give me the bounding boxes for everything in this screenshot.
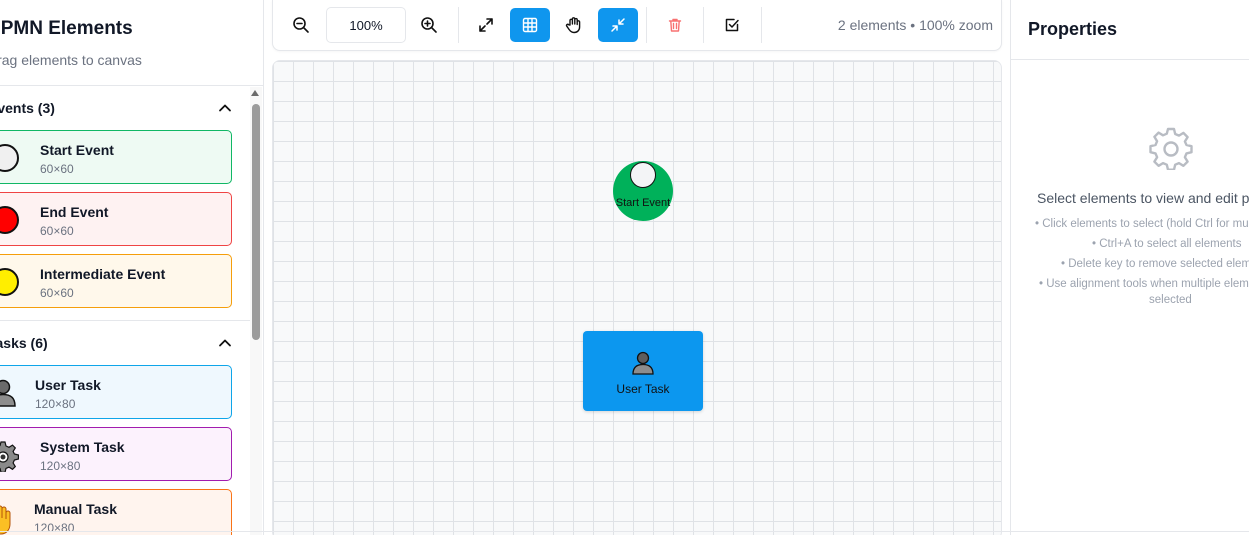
canvas-user-task[interactable]: User Task — [583, 331, 703, 411]
properties-header: Properties — [1011, 0, 1249, 60]
zoom-in-icon — [421, 17, 437, 33]
hand-icon — [565, 17, 581, 34]
palette-item-system-task[interactable]: System Task 120×80 — [0, 427, 232, 481]
palette-item-size: 120×80 — [35, 397, 76, 411]
node-label: Start Event — [615, 197, 671, 209]
palette-item-size: 120×80 — [34, 521, 75, 535]
intermediate-event-shape-icon — [0, 268, 19, 296]
gear-icon — [1149, 127, 1193, 170]
canvas-toolbar: 100% 2 elements • 100% zoom — [272, 0, 1002, 51]
fit-screen-icon — [479, 18, 493, 32]
properties-hint: selected — [1149, 294, 1192, 306]
palette-item-label: Start Event — [40, 142, 114, 158]
scroll-up-arrow-icon[interactable] — [251, 90, 259, 96]
palette-item-label: Intermediate Event — [40, 266, 166, 282]
gear-icon — [0, 441, 19, 472]
checkbox-icon — [725, 18, 739, 32]
toggle-grid-button[interactable] — [510, 8, 550, 42]
section-title: Tasks (6) — [0, 335, 48, 351]
fit-to-screen-button[interactable] — [466, 8, 506, 42]
palette-item-label: User Task — [35, 377, 101, 393]
toolbar-separator — [646, 7, 647, 43]
person-icon — [632, 351, 654, 375]
palette-title: BPMN Elements — [0, 18, 133, 39]
palette-subtitle: Drag elements to canvas — [0, 52, 142, 68]
section-header-tasks[interactable]: Tasks (6) — [0, 323, 250, 363]
properties-hint: • Click elements to select (hold Ctrl fo… — [1035, 218, 1249, 230]
node-label: User Task — [616, 382, 670, 396]
element-palette: BPMN Elements Drag elements to canvas Ev… — [0, 0, 264, 535]
trash-icon — [668, 18, 682, 32]
toolbar-separator — [458, 7, 459, 43]
palette-item-label: End Event — [40, 204, 109, 220]
select-all-button[interactable] — [712, 8, 752, 42]
palette-item-size: 60×60 — [40, 224, 74, 238]
start-event-circle-icon — [630, 162, 656, 188]
palette-item-size: 60×60 — [40, 286, 74, 300]
section-title: Events (3) — [0, 100, 55, 116]
person-icon — [0, 379, 16, 407]
bottom-border — [0, 531, 1249, 532]
snap-button[interactable] — [598, 8, 638, 42]
canvas-start-event[interactable]: Start Event — [613, 161, 673, 221]
section-divider — [0, 320, 250, 321]
palette-item-label: Manual Task — [34, 501, 117, 517]
zoom-level-display[interactable]: 100% — [326, 7, 406, 43]
canvas-status-text: 2 elements • 100% zoom — [837, 17, 993, 33]
zoom-in-button[interactable] — [409, 8, 449, 42]
palette-scroll-area: Events (3) Start Event 60×60 End Event 6… — [0, 87, 263, 535]
toolbar-separator — [761, 7, 762, 43]
chevron-up-icon[interactable] — [218, 336, 232, 350]
properties-hint: • Ctrl+A to select all elements — [1092, 238, 1242, 250]
start-event-shape-icon — [0, 144, 19, 172]
delete-button[interactable] — [655, 8, 695, 42]
chevron-up-icon[interactable] — [218, 101, 232, 115]
pan-tool-button[interactable] — [554, 8, 594, 42]
palette-item-start-event[interactable]: Start Event 60×60 — [0, 130, 232, 184]
properties-panel: Properties Select elements to view and e… — [1010, 0, 1249, 535]
section-header-events[interactable]: Events (3) — [0, 88, 250, 128]
zoom-out-button[interactable] — [281, 8, 321, 42]
diagram-canvas[interactable]: Start Event User Task — [272, 60, 1002, 535]
scrollbar-thumb[interactable] — [252, 104, 260, 340]
palette-item-manual-task[interactable]: Manual Task 120×80 — [0, 489, 232, 535]
palette-item-end-event[interactable]: End Event 60×60 — [0, 192, 232, 246]
collapse-icon — [611, 18, 625, 32]
palette-item-intermediate-event[interactable]: Intermediate Event 60×60 — [0, 254, 232, 308]
palette-item-user-task[interactable]: User Task 120×80 — [0, 365, 232, 419]
zoom-out-icon — [293, 17, 309, 33]
toolbar-separator — [703, 7, 704, 43]
palette-header: BPMN Elements Drag elements to canvas — [0, 0, 263, 86]
properties-empty-message: Select elements to view and edit propert… — [1037, 190, 1249, 206]
properties-hint: • Use alignment tools when multiple elem… — [1039, 278, 1249, 290]
properties-title: Properties — [1028, 19, 1118, 39]
end-event-shape-icon — [0, 206, 19, 234]
properties-hint: • Delete key to remove selected elements — [1061, 258, 1249, 270]
palette-item-size: 120×80 — [40, 459, 81, 473]
grid-icon — [522, 17, 538, 33]
palette-item-label: System Task — [40, 439, 125, 455]
palette-item-size: 60×60 — [40, 162, 74, 176]
